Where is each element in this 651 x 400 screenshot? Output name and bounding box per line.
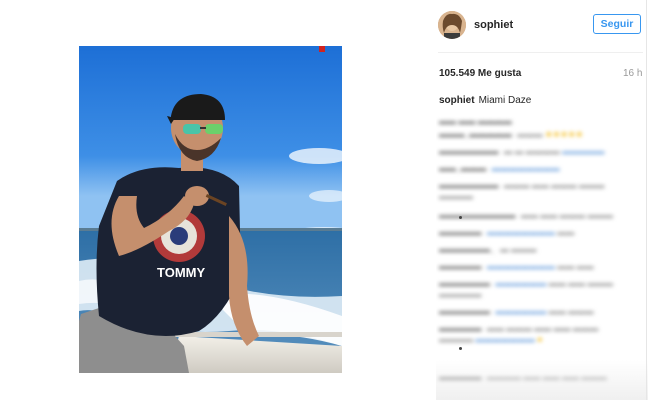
caption-text: Miami Daze <box>478 95 532 106</box>
avatar[interactable] <box>438 11 466 39</box>
cursor-dot <box>459 347 462 350</box>
like-count[interactable]: 105.549 Me gusta <box>439 68 521 79</box>
post-header: sophiet Seguir <box>438 11 643 41</box>
boat-photo-image: TOMMY <box>79 46 342 373</box>
profile-photo-icon <box>438 11 466 39</box>
caption-username[interactable]: sophiet <box>439 95 475 106</box>
shirt-text: TOMMY <box>157 265 205 280</box>
post-timestamp[interactable]: 16 h <box>623 68 642 79</box>
username-link[interactable]: sophiet <box>474 19 513 31</box>
cursor-dot <box>459 216 462 219</box>
panel-edge <box>646 0 647 400</box>
post-photo[interactable]: TOMMY <box>79 46 342 373</box>
comment-fade <box>436 360 648 400</box>
caption: sophiet Miami Daze <box>439 95 531 106</box>
header-divider <box>438 52 643 53</box>
follow-button[interactable]: Seguir <box>593 14 641 34</box>
comment-list[interactable]: ▬▬ ▬▬ ▬▬▬▬ ▬▬▬_▬▬▬▬▬ ▬▬▬ ★★★★★ ▬▬▬▬▬▬▬ ▬… <box>436 110 648 400</box>
